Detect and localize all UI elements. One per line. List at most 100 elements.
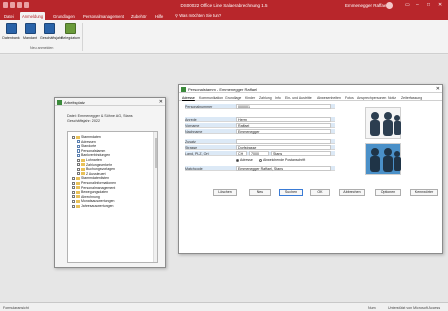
expand-toggle-icon[interactable] (72, 190, 75, 194)
kennwoerter-button[interactable]: Kennwörter (410, 189, 438, 196)
expand-toggle-icon[interactable] (77, 167, 80, 171)
strasse-field[interactable]: Dorfstrasse (236, 144, 331, 150)
tree-item-label: Standorte (81, 144, 97, 149)
user-name[interactable]: Emmenegger Raffael (345, 3, 387, 8)
expand-toggle-icon[interactable] (72, 176, 75, 180)
expand-toggle-icon[interactable] (72, 204, 75, 208)
abbrechen-button[interactable]: Abbrechen (339, 189, 365, 196)
expand-toggle-icon[interactable] (72, 186, 75, 190)
loeschen-button[interactable]: Löschen (213, 189, 237, 196)
suchen-button[interactable]: Suchen (279, 189, 303, 196)
tab-info[interactable]: Info (275, 96, 281, 100)
ort-field[interactable]: Stans (271, 150, 331, 156)
tab-zahlung[interactable]: Zahlung (259, 96, 272, 100)
app-icon (181, 86, 186, 92)
optionen-button[interactable]: Optionen (375, 189, 401, 196)
tree-item[interactable]: Jahresauswertungen (72, 204, 114, 209)
plz-field[interactable]: 7000 (249, 150, 269, 156)
tab-hilfe[interactable]: Hilfe (155, 12, 163, 20)
tree-item-label: Adressen (81, 139, 96, 144)
personalstamm-title: Personalstamm - Emmenegger Raffael (188, 87, 258, 92)
zusatz-field[interactable] (236, 138, 331, 144)
tab-grundlagen[interactable]: Grundlagen (53, 12, 75, 20)
tree-item-label: Z Aussteuert (86, 171, 106, 176)
tab-datei[interactable]: Datei (4, 12, 14, 20)
ribbon: Datenbank Mandant Geschäftsjahr Belegdat… (0, 20, 448, 54)
land-plz-ort-row: Land, PLZ, Ort CH 7000 Stans (185, 150, 335, 156)
tab-notiz[interactable]: Notiz (388, 96, 396, 100)
radio-abweichend-label: Abweichende Postanschrift (263, 158, 306, 162)
tree-scrollbar[interactable] (153, 132, 157, 262)
tree-item-label: Personalstamm (81, 148, 106, 153)
personalstamm-header[interactable]: Personalstamm - Emmenegger Raffael ✕ (179, 85, 442, 93)
tab-personalmanagement[interactable]: Personalmanagement (83, 12, 124, 20)
scrollbar-thumb[interactable] (154, 138, 157, 168)
tab-zubehoer[interactable]: Zubehör (131, 12, 147, 20)
maximize-icon[interactable]: □ (427, 2, 430, 8)
expand-toggle-icon[interactable] (72, 135, 75, 139)
document-icon (77, 139, 80, 144)
mandant-label: Mandant (23, 36, 37, 40)
personalnummer-field[interactable]: 000001 (236, 103, 331, 109)
radio-selected-icon (236, 158, 239, 162)
ribbon-tabs: Datei Anmeldung Grundlagen Personalmanag… (0, 11, 448, 20)
datenbank-button[interactable]: Datenbank (2, 23, 20, 40)
belegdatum-button[interactable]: Belegdatum (61, 23, 80, 40)
folder-icon (76, 135, 80, 139)
employee-photo-2[interactable] (365, 143, 401, 175)
calendar-icon (43, 23, 55, 34)
tab-zeiterfassung[interactable]: Zeiterfassung (401, 96, 422, 100)
matchcode-field[interactable]: Emmenegger Raffael, Stans (236, 165, 331, 171)
navigation-tree[interactable]: Stammdaten Adressen Standorte Personalstamm… (67, 131, 158, 263)
anrede-select[interactable]: Herrn (236, 116, 331, 122)
tab-adresse[interactable]: Adresse (182, 96, 195, 100)
tab-kinder[interactable]: Kinder (245, 96, 255, 100)
tree-item-label: Lohnarten (86, 158, 102, 162)
folder-icon (76, 204, 80, 208)
neu-button[interactable]: Neu (249, 189, 271, 196)
expand-toggle-icon[interactable] (72, 199, 75, 203)
minimize-icon[interactable]: – (416, 2, 419, 8)
datei-info: Datei: Emmenegger & Söhne AG, Stans (67, 114, 133, 118)
tab-ein-austritte[interactable]: Ein- und Austritte (285, 96, 312, 100)
tell-me-search[interactable]: ⚲ Was möchten Sie tun? (175, 13, 221, 18)
tab-kommunikation[interactable]: Kommunikation (199, 96, 223, 100)
close-icon[interactable]: ✕ (159, 99, 163, 105)
geschaeftsjahr-button[interactable]: Geschäftsjahr (40, 23, 62, 40)
ok-button[interactable]: OK (310, 189, 330, 196)
land-field[interactable]: CH (236, 150, 247, 156)
tab-ansprechpersonen[interactable]: Ansprechpersonen (357, 96, 386, 100)
tab-anmeldung[interactable]: Anmeldung (20, 12, 46, 20)
tree-item-label: Personalinformationen (81, 181, 117, 185)
mandant-button[interactable]: Mandant (21, 23, 39, 40)
nachname-field[interactable]: Emmenegger (236, 128, 331, 134)
vorname-row: Vorname Raffael (185, 122, 335, 128)
expand-toggle-icon[interactable] (77, 172, 80, 176)
tree-item-label: Zahlungsverkehr (86, 162, 113, 167)
expand-toggle-icon[interactable] (72, 195, 75, 199)
close-icon[interactable]: ✕ (436, 86, 440, 92)
land-plz-ort-label: Land, PLZ, Ort (185, 151, 209, 156)
folder-icon (76, 181, 80, 185)
employee-photo[interactable] (365, 107, 401, 139)
expand-toggle-icon[interactable] (77, 163, 80, 167)
folder-icon (81, 167, 85, 171)
tab-abwesenheiten[interactable]: Abwesenheiten (317, 96, 341, 100)
tab-fotos[interactable]: Fotos (345, 96, 354, 100)
folder-icon (81, 163, 85, 167)
document-icon (77, 144, 80, 149)
arbeitsplatz-title: Arbeitsplatz (64, 100, 85, 105)
radio-adresse[interactable]: Adresse (236, 158, 253, 162)
tab-grundlage[interactable]: Grundlage (225, 96, 241, 100)
close-icon[interactable]: ✕ (438, 2, 442, 8)
arbeitsplatz-header[interactable]: Arbeitsplatz ✕ (55, 98, 165, 106)
mandant-icon (24, 23, 36, 34)
personalstamm-dialog: Personalstamm - Emmenegger Raffael ✕ Adr… (178, 84, 443, 254)
ribbon-options-icon[interactable]: ▭ (405, 2, 410, 8)
expand-toggle-icon[interactable] (72, 181, 75, 185)
radio-abweichend[interactable]: Abweichende Postanschrift (259, 158, 305, 162)
expand-toggle-icon[interactable] (77, 158, 80, 162)
vorname-field[interactable]: Raffael (236, 122, 331, 128)
tell-me-label: Was möchten Sie tun? (179, 13, 222, 18)
avatar[interactable] (386, 2, 393, 9)
